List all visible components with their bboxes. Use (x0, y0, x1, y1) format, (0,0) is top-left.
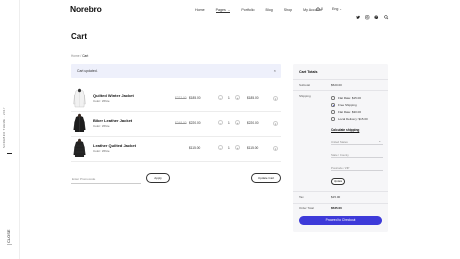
totals-divider (293, 191, 388, 192)
shipping-label: Shipping (299, 94, 311, 98)
logo[interactable]: Norebro (70, 4, 102, 14)
twitter-icon[interactable] (356, 7, 361, 19)
item-price: $185.00 (189, 96, 201, 100)
qty-value[interactable]: 1 (228, 121, 230, 125)
remove-item-button[interactable]: × (273, 95, 278, 101)
subtotal-value: $520.00 (331, 83, 342, 87)
site-header: Norebro Home Pages ⌄ Portfolio Blog Shop … (20, 0, 460, 20)
qty-value[interactable]: 1 (228, 96, 230, 100)
update-cart-button[interactable]: Update Cart (251, 173, 281, 183)
state-field[interactable]: State / County (331, 151, 383, 158)
side-rail: NOREBRO THEME · 2017 CLOSE (0, 0, 20, 259)
cart-item-row: Quilted Winter Jacket Color: White $222.… (71, 87, 281, 110)
item-subtotal: $185.00 (247, 96, 259, 100)
item-name[interactable]: Biker Leather Jacket (93, 118, 132, 123)
subtotal-label: Subtotal (299, 83, 311, 87)
totals-divider (293, 203, 388, 204)
shipping-option-label: Local Delivery: $15.00 (338, 117, 368, 121)
product-thumbnail[interactable] (73, 88, 86, 109)
qty-minus-button[interactable]: − (218, 120, 223, 125)
item-subtotal: $115.00 (247, 146, 259, 150)
rail-divider (7, 153, 12, 154)
page-title: Cart (71, 32, 88, 41)
item-old-price: $222.00 (175, 96, 187, 100)
nav-item-pages-label: Pages (215, 8, 226, 12)
item-price: $220.00 (189, 121, 201, 125)
shipping-option-label: Free Shipping (338, 103, 357, 107)
totals-divider (293, 79, 388, 80)
chevron-down-icon: ⌄ (378, 139, 381, 143)
qty-minus-button[interactable]: − (218, 145, 223, 150)
shipping-radio[interactable] (331, 103, 335, 107)
qty-plus-button[interactable]: + (235, 95, 240, 100)
breadcrumb-home[interactable]: Home (71, 54, 80, 58)
main-nav: Home Pages ⌄ Portfolio Blog Shop My Accou… (195, 8, 322, 13)
search-icon[interactable] (384, 7, 389, 20)
cart-totals-title: Cart Totals (299, 70, 318, 74)
item-subtotal: $220.00 (247, 121, 259, 125)
tax-value: $15.00 (331, 195, 341, 199)
zip-field[interactable]: Postcode / ZIP (331, 164, 383, 171)
cart-updated-notice: Cart updated. × (71, 64, 281, 78)
apply-coupon-button[interactable]: Apply (146, 173, 170, 183)
shipping-radio[interactable] (331, 110, 335, 114)
rail-close-divider (7, 244, 12, 245)
instagram-icon[interactable] (365, 7, 370, 20)
order-total-value: $535.00 (331, 206, 342, 210)
country-value: United States (331, 139, 348, 144)
remove-item-button[interactable]: × (273, 145, 278, 151)
promocode-input[interactable]: Enter Promocode (71, 174, 141, 184)
totals-divider (293, 90, 388, 91)
chevron-down-icon: ⌄ (227, 8, 231, 12)
nav-item-portfolio[interactable]: Portfolio (241, 8, 254, 13)
calculate-shipping-link[interactable]: Calculate shipping (331, 128, 359, 132)
cart-count: 0 (321, 7, 323, 11)
order-total-label: Order Total (299, 206, 314, 210)
row-divider (71, 161, 281, 162)
qty-value[interactable]: 1 (228, 146, 230, 150)
nav-item-home[interactable]: Home (195, 8, 205, 13)
product-thumbnail[interactable] (73, 113, 86, 134)
nav-item-shop[interactable]: Shop (284, 8, 292, 13)
cart-item-row: Biker Leather Jacket Color: White $248.0… (71, 112, 281, 135)
remove-item-button[interactable]: × (273, 120, 278, 126)
cart-icon (316, 7, 320, 11)
tax-label: Tax (299, 195, 304, 199)
social-links (356, 7, 379, 20)
qty-plus-button[interactable]: + (235, 145, 240, 150)
language-label: Eng (332, 7, 339, 11)
update-totals-button[interactable]: Update (331, 178, 345, 185)
rail-text: NOREBRO THEME · 2017 (3, 107, 6, 148)
item-name[interactable]: Leather Quilted Jacket (93, 143, 136, 148)
country-select[interactable]: United States ⌄ (331, 138, 383, 145)
shipping-option-label: Flat Rate: $15.00 (338, 96, 362, 100)
item-color: Color: White (93, 149, 110, 153)
shipping-radio[interactable] (331, 96, 335, 100)
proceed-to-checkout-button[interactable]: Proceed to Checkout (299, 216, 382, 225)
product-thumbnail[interactable] (73, 138, 86, 159)
breadcrumb: Home / Cart (71, 54, 88, 58)
close-icon[interactable]: × (274, 68, 276, 73)
shipping-option-label: Flat Rate: $30.00 (338, 110, 362, 114)
language-selector[interactable]: Eng⌄ (332, 7, 342, 11)
notice-text: Cart updated. (77, 69, 98, 73)
item-old-price: $248.00 (175, 121, 187, 125)
shipping-radio[interactable] (331, 117, 335, 121)
cart-button[interactable]: 0 (316, 7, 323, 11)
qty-plus-button[interactable]: + (235, 120, 240, 125)
breadcrumb-current: Cart (82, 54, 89, 58)
nav-item-pages[interactable]: Pages ⌄ (215, 8, 231, 13)
dribbble-icon[interactable] (374, 7, 379, 20)
item-color: Color: White (93, 99, 110, 103)
item-name[interactable]: Quilted Winter Jacket (93, 93, 134, 98)
item-color: Color: White (93, 124, 110, 128)
rail-close-button[interactable]: CLOSE (6, 229, 11, 243)
cart-totals-panel: Cart Totals Subtotal $520.00 Shipping Fl… (293, 64, 388, 232)
cart-item-row: Leather Quilted Jacket Color: White $115… (71, 137, 281, 160)
chevron-down-icon: ⌄ (339, 7, 342, 11)
nav-item-blog[interactable]: Blog (266, 8, 273, 13)
qty-minus-button[interactable]: − (218, 95, 223, 100)
item-price: $115.00 (189, 146, 201, 150)
